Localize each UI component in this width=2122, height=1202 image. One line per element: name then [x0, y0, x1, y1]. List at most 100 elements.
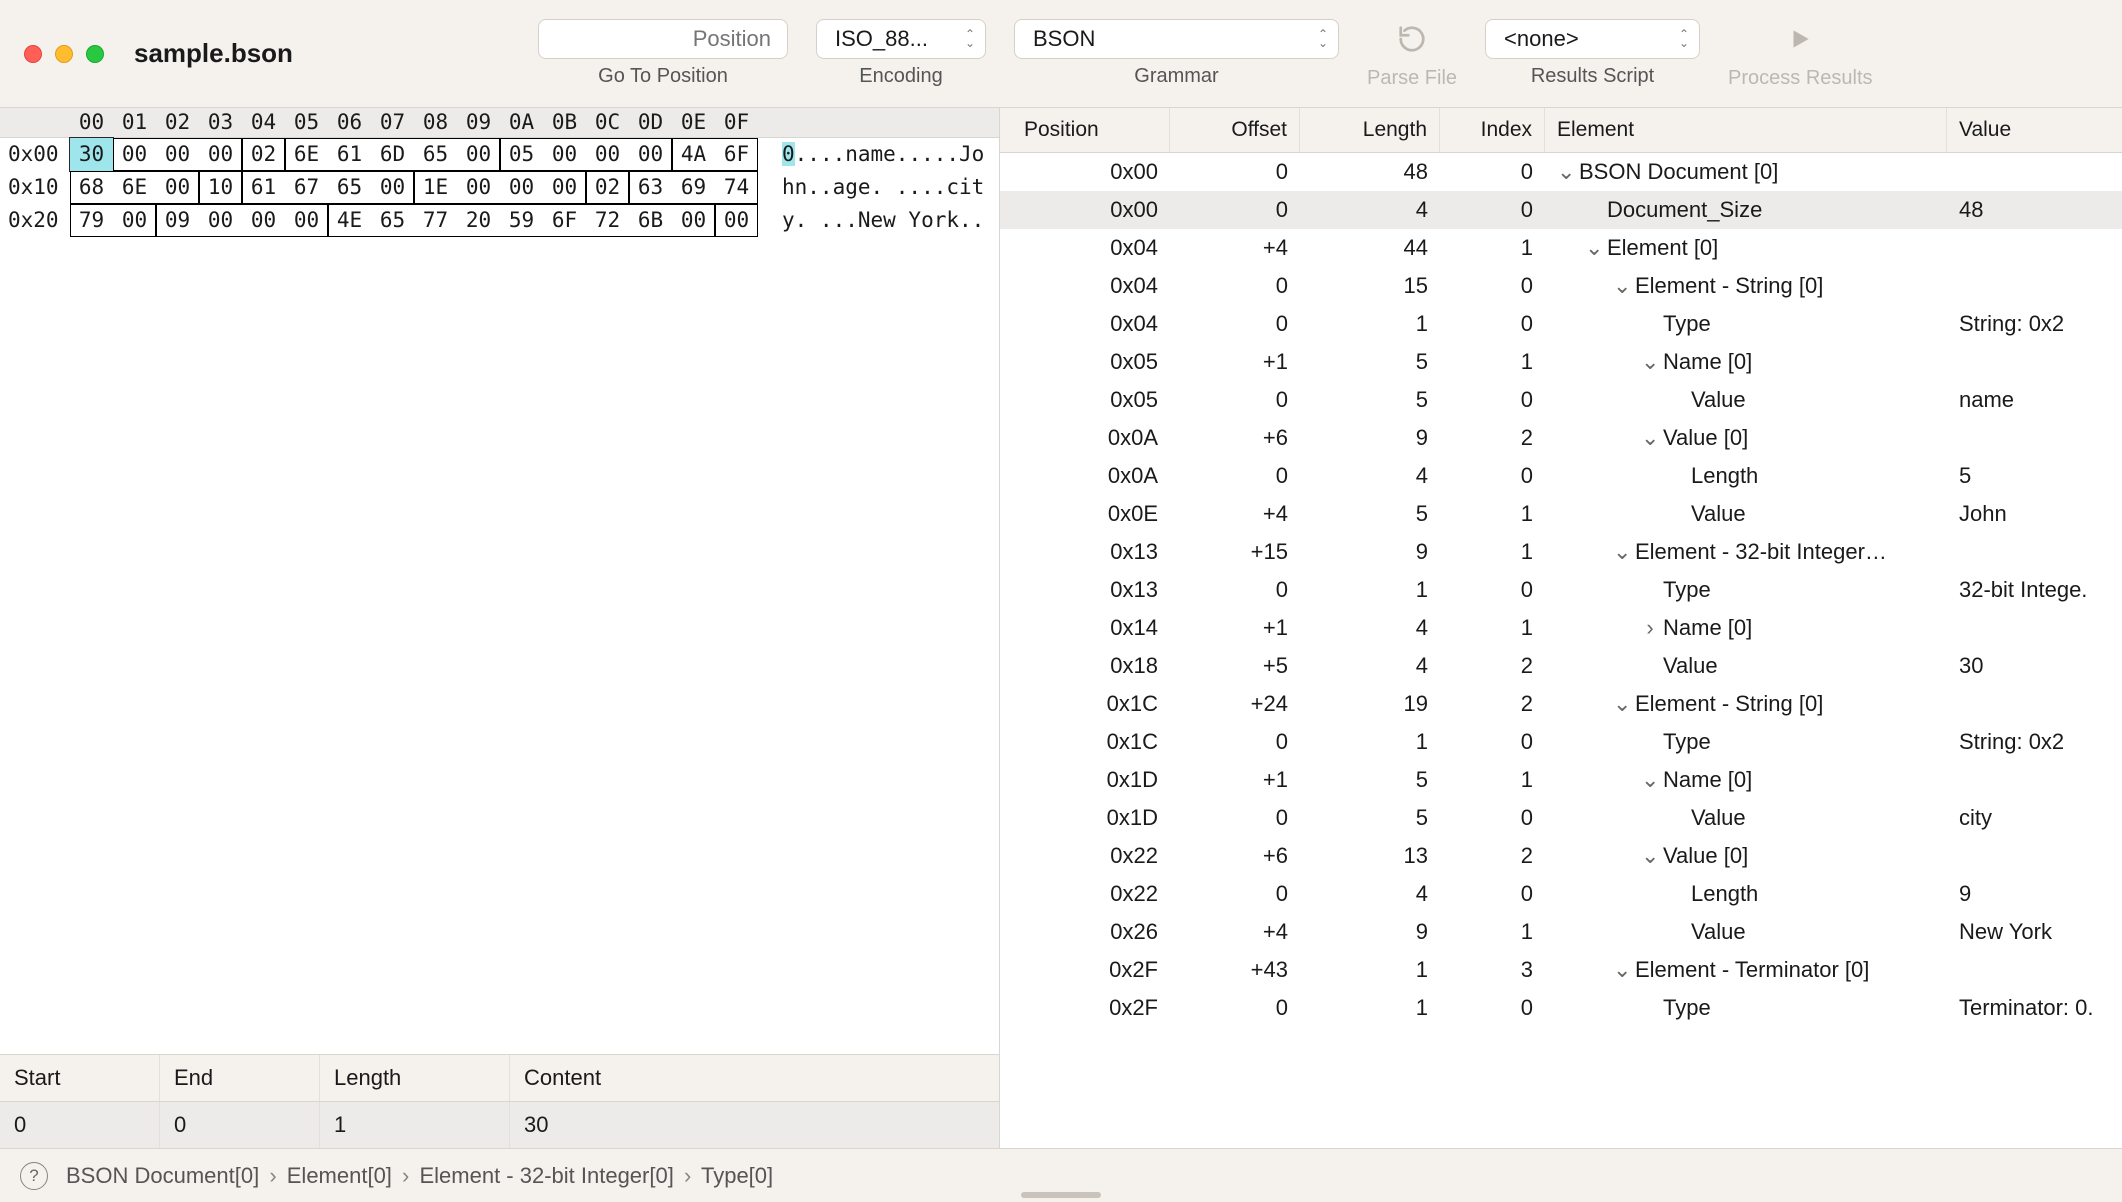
- tree-row[interactable]: 0x2F010TypeTerminator: 0.: [1000, 989, 2122, 1027]
- hex-byte[interactable]: 00: [156, 171, 199, 204]
- hex-row[interactable]: 0x0030000000026E616D6500050000004A6F0...…: [0, 138, 999, 171]
- tree-row[interactable]: 0x1C010TypeString: 0x2: [1000, 723, 2122, 761]
- tree-row[interactable]: 0x22040Length9: [1000, 875, 2122, 913]
- help-icon[interactable]: ?: [20, 1162, 48, 1190]
- col-length[interactable]: Length: [320, 1055, 510, 1101]
- hex-byte[interactable]: 6F: [715, 138, 758, 171]
- hex-byte[interactable]: 00: [285, 204, 328, 237]
- tree-row[interactable]: 0x18+542Value30: [1000, 647, 2122, 685]
- hex-byte[interactable]: 00: [629, 138, 672, 171]
- hex-byte[interactable]: 79: [70, 204, 113, 237]
- hex-byte[interactable]: 00: [156, 138, 199, 171]
- hex-byte[interactable]: 4A: [672, 138, 715, 171]
- hex-byte[interactable]: 74: [715, 171, 758, 204]
- tree-row[interactable]: 0x1C+24192⌄Element - String [0]: [1000, 685, 2122, 723]
- tree-row[interactable]: 0x1D+151⌄Name [0]: [1000, 761, 2122, 799]
- hex-byte[interactable]: 63: [629, 171, 672, 204]
- breadcrumb-item[interactable]: BSON Document[0]: [66, 1163, 265, 1188]
- encoding-popup[interactable]: ISO_88...: [816, 19, 986, 59]
- hex-byte[interactable]: 1E: [414, 171, 457, 204]
- hex-ascii[interactable]: hn..age. ....cit: [758, 171, 984, 204]
- hex-byte[interactable]: 09: [156, 204, 199, 237]
- col-length[interactable]: Length: [1300, 108, 1440, 152]
- script-popup[interactable]: <none>: [1485, 19, 1700, 59]
- hex-byte[interactable]: 65: [328, 171, 371, 204]
- chevron-down-icon[interactable]: ⌄: [1641, 419, 1659, 457]
- tree-row[interactable]: 0x13010Type32-bit Intege.: [1000, 571, 2122, 609]
- hex-byte[interactable]: 20: [457, 204, 500, 237]
- grammar-popup[interactable]: BSON: [1014, 19, 1339, 59]
- hex-byte[interactable]: 02: [242, 138, 285, 171]
- tree-row[interactable]: 0x00040Document_Size48: [1000, 191, 2122, 229]
- hex-byte[interactable]: 00: [457, 171, 500, 204]
- col-index[interactable]: Index: [1440, 108, 1545, 152]
- chevron-down-icon[interactable]: ⌄: [1613, 685, 1631, 723]
- hex-byte[interactable]: 00: [113, 204, 156, 237]
- tree-row[interactable]: 0x13+1591⌄Element - 32-bit Integer…: [1000, 533, 2122, 571]
- col-position[interactable]: Position: [1000, 108, 1170, 152]
- col-end[interactable]: End: [160, 1055, 320, 1101]
- breadcrumb-item[interactable]: Element[0]: [281, 1163, 398, 1188]
- hex-byte[interactable]: 00: [199, 204, 242, 237]
- hex-byte[interactable]: 6F: [543, 204, 586, 237]
- breadcrumb-item[interactable]: Type[0]: [695, 1163, 773, 1188]
- tree-row[interactable]: 0x04010TypeString: 0x2: [1000, 305, 2122, 343]
- col-value[interactable]: Value: [1947, 108, 2122, 152]
- hex-byte[interactable]: 65: [371, 204, 414, 237]
- chevron-down-icon[interactable]: ⌄: [1641, 837, 1659, 875]
- close-icon[interactable]: [24, 45, 42, 63]
- selection-row[interactable]: 0 0 1 30: [0, 1102, 999, 1148]
- hex-byte[interactable]: 6E: [285, 138, 328, 171]
- hex-byte[interactable]: 00: [371, 171, 414, 204]
- breadcrumb[interactable]: BSON Document[0] › Element[0] › Element …: [66, 1163, 773, 1189]
- hex-byte[interactable]: 00: [543, 138, 586, 171]
- hex-byte[interactable]: 67: [285, 171, 328, 204]
- hex-row[interactable]: 0x207900090000004E657720596F726B0000y. .…: [0, 204, 999, 237]
- hex-byte[interactable]: 00: [113, 138, 156, 171]
- tree-row[interactable]: 0x14+141›Name [0]: [1000, 609, 2122, 647]
- hex-byte[interactable]: 69: [672, 171, 715, 204]
- hex-byte[interactable]: 61: [242, 171, 285, 204]
- hex-byte[interactable]: 00: [586, 138, 629, 171]
- hex-byte[interactable]: 4E: [328, 204, 371, 237]
- hex-byte[interactable]: 02: [586, 171, 629, 204]
- chevron-down-icon[interactable]: ⌄: [1585, 229, 1603, 267]
- hex-byte[interactable]: 6D: [371, 138, 414, 171]
- zoom-icon[interactable]: [86, 45, 104, 63]
- hex-byte[interactable]: 00: [199, 138, 242, 171]
- hex-byte[interactable]: 72: [586, 204, 629, 237]
- hex-byte[interactable]: 77: [414, 204, 457, 237]
- hex-byte[interactable]: 6B: [629, 204, 672, 237]
- hex-byte[interactable]: 30: [70, 138, 113, 171]
- hex-view[interactable]: 000102030405060708090A0B0C0D0E0F 0x00300…: [0, 108, 999, 237]
- chevron-down-icon[interactable]: ⌄: [1557, 153, 1575, 191]
- hex-byte[interactable]: 10: [199, 171, 242, 204]
- col-start[interactable]: Start: [0, 1055, 160, 1101]
- hex-byte[interactable]: 68: [70, 171, 113, 204]
- tree-row[interactable]: 0x1D050Valuecity: [1000, 799, 2122, 837]
- play-icon[interactable]: [1778, 17, 1822, 61]
- results-tree[interactable]: 0x000480⌄BSON Document [0]0x00040Documen…: [1000, 153, 2122, 1148]
- hex-ascii[interactable]: 0....name.....Jo: [758, 138, 984, 171]
- reload-icon[interactable]: [1390, 17, 1434, 61]
- tree-row[interactable]: 0x26+491ValueNew York: [1000, 913, 2122, 951]
- tree-row[interactable]: 0x05050Valuename: [1000, 381, 2122, 419]
- tree-row[interactable]: 0x05+151⌄Name [0]: [1000, 343, 2122, 381]
- position-input[interactable]: [538, 19, 788, 59]
- tree-row[interactable]: 0x0A040Length5: [1000, 457, 2122, 495]
- col-element[interactable]: Element: [1545, 108, 1947, 152]
- chevron-down-icon[interactable]: ⌄: [1613, 533, 1631, 571]
- breadcrumb-item[interactable]: Element - 32-bit Integer[0]: [413, 1163, 680, 1188]
- minimize-icon[interactable]: [55, 45, 73, 63]
- chevron-right-icon[interactable]: ›: [1641, 609, 1659, 647]
- tree-row[interactable]: 0x040150⌄Element - String [0]: [1000, 267, 2122, 305]
- hex-byte[interactable]: 61: [328, 138, 371, 171]
- col-content[interactable]: Content: [510, 1055, 999, 1101]
- chevron-down-icon[interactable]: ⌄: [1641, 343, 1659, 381]
- hex-byte[interactable]: 00: [715, 204, 758, 237]
- chevron-down-icon[interactable]: ⌄: [1641, 761, 1659, 799]
- resize-handle-icon[interactable]: [1021, 1192, 1101, 1198]
- tree-row[interactable]: 0x04+4441⌄Element [0]: [1000, 229, 2122, 267]
- tree-row[interactable]: 0x0A+692⌄Value [0]: [1000, 419, 2122, 457]
- hex-byte[interactable]: 00: [672, 204, 715, 237]
